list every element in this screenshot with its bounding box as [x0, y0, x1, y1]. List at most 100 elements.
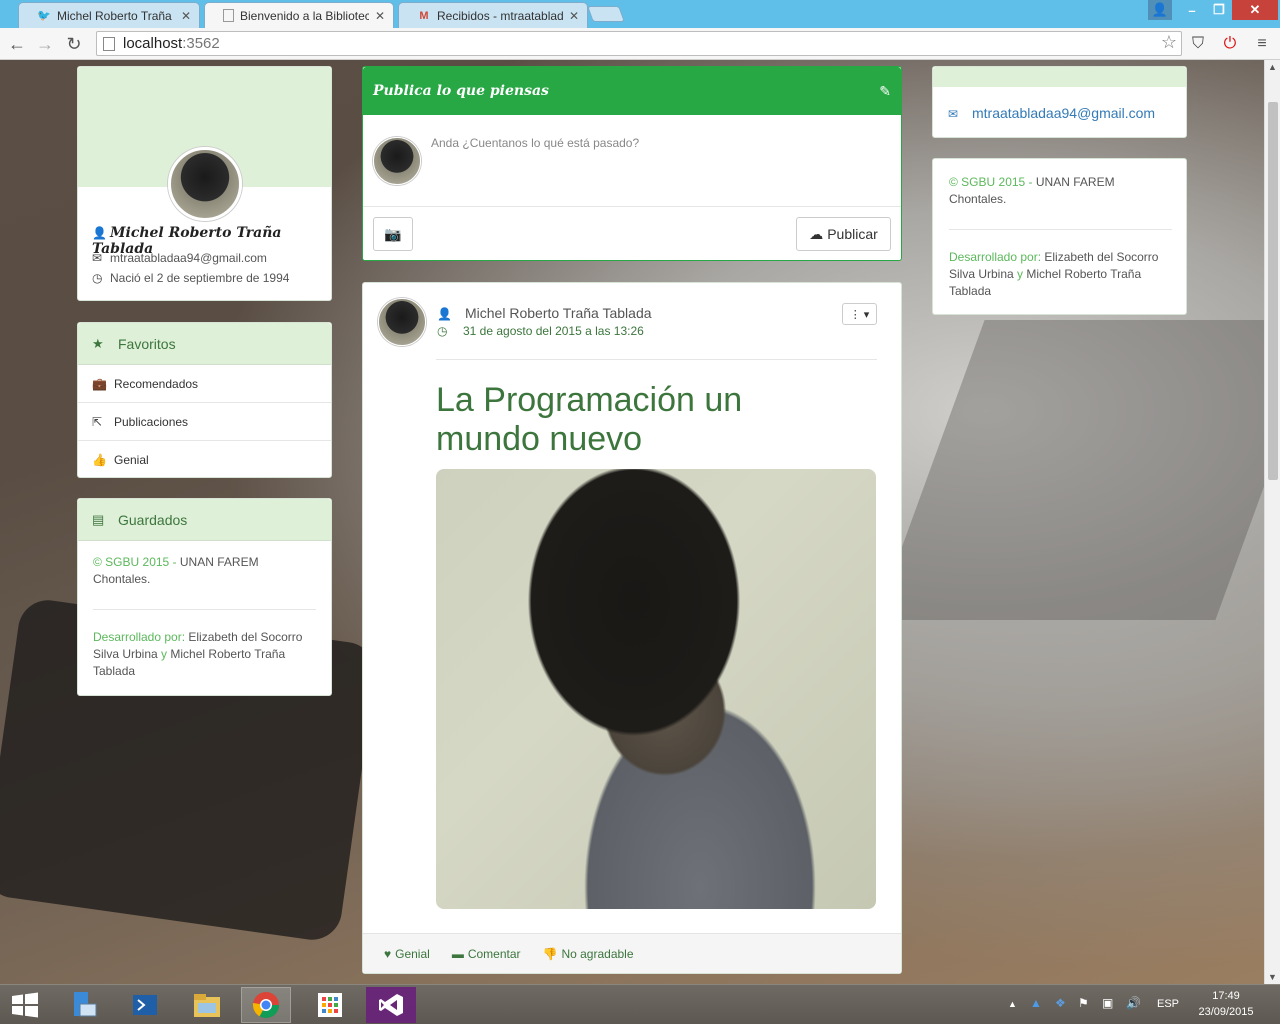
thumbs-down-icon: 👎 [542, 946, 558, 961]
post-date: 31 de agosto del 2015 a las 13:26 [463, 324, 644, 338]
close-icon[interactable]: ✕ [375, 9, 385, 23]
tab-gmail[interactable]: M Recibidos - mtraatablada ✕ [398, 2, 588, 28]
tab-biblioteca[interactable]: Bienvenido a la Biblioteca ✕ [204, 2, 394, 28]
server-manager-icon[interactable] [58, 987, 108, 1023]
tab-label: Michel Roberto Traña (@r [57, 8, 175, 23]
tab-label: Recibidos - mtraatablada [437, 8, 563, 23]
favoritos-title: Favoritos [118, 335, 176, 352]
favoritos-item-publicaciones[interactable]: ⇱ Publicaciones [78, 403, 331, 441]
url-port: :3562 [182, 35, 220, 52]
action-label: No agradable [561, 946, 634, 961]
favoritos-panel: ★ Favoritos 💼 Recomendados ⇱ Publicacion… [77, 322, 332, 478]
apps-grid-icon[interactable] [305, 987, 355, 1023]
volume-icon[interactable]: 🔊 [1126, 996, 1141, 1010]
right-footer-card: © SGBU 2015 - UNAN FAREM Chontales. Desa… [932, 158, 1187, 315]
windows-start-icon[interactable] [0, 987, 50, 1023]
flag-icon[interactable]: ⚑ [1078, 996, 1089, 1010]
envelope-icon: ✉ [92, 251, 103, 265]
profile-email: mtraatabladaa94@gmail.com [110, 251, 267, 265]
adblock-icon[interactable]: ⏻ [1220, 34, 1240, 54]
list-icon: ▤ [92, 511, 105, 527]
dropbox-icon[interactable]: ❖ [1055, 996, 1066, 1010]
cloud-upload-icon: ☁ [809, 225, 824, 242]
bookmark-star-icon[interactable]: ☆ [1161, 32, 1177, 53]
publish-button[interactable]: ☁ Publicar [796, 217, 891, 251]
restore-button[interactable]: ❐ [1206, 0, 1232, 20]
action-label: Comentar [467, 946, 521, 961]
forward-arrow-icon[interactable]: → [34, 33, 56, 55]
menu-icon[interactable]: ≡ [1252, 34, 1272, 54]
camera-button[interactable]: 📷 [373, 217, 413, 251]
guardados-credits: Desarrollado por: Elizabeth del Socorro … [93, 629, 318, 680]
scroll-up-icon[interactable]: ▲ [1268, 62, 1277, 72]
post-author[interactable]: Michel Roberto Traña Tablada [465, 305, 652, 321]
post-title-line: mundo nuevo [436, 420, 643, 458]
scroll-down-icon[interactable]: ▼ [1268, 972, 1277, 982]
file-explorer-icon[interactable] [182, 987, 232, 1023]
copyright-prefix: © SGBU 2015 - [949, 175, 1033, 189]
post-title-line: La Programación un [436, 381, 743, 419]
close-icon[interactable]: ✕ [181, 9, 191, 23]
dev-label: Desarrollado por: [949, 250, 1042, 264]
right-email-header [933, 67, 1186, 87]
right-email-row: ✉ mtraatabladaa94@gmail.com [948, 105, 1155, 121]
post-photo[interactable] [436, 469, 876, 909]
post-title: La Programación un mundo nuevo [436, 381, 742, 459]
visual-studio-icon[interactable] [366, 987, 416, 1023]
user-icon: 👤 [92, 226, 107, 240]
guardados-copyright: © SGBU 2015 - UNAN FAREM Chontales. [93, 554, 318, 588]
favoritos-item-recomendados[interactable]: 💼 Recomendados [78, 365, 331, 403]
new-tab-button[interactable] [587, 6, 625, 22]
chrome-icon[interactable] [241, 987, 291, 1023]
page-icon [223, 9, 234, 22]
minimize-button[interactable]: – [1178, 0, 1206, 20]
composer-panel: Publica lo que piensas ✎ Anda ¿Cuentanos… [362, 66, 902, 261]
clock[interactable]: 17:49 23/09/2015 [1196, 988, 1256, 1020]
copyright-prefix: © SGBU 2015 - [93, 555, 177, 569]
post-avatar[interactable] [378, 298, 426, 346]
close-icon[interactable]: ✕ [569, 9, 579, 23]
action-label: Genial [395, 946, 430, 961]
favoritos-item-label: Recomendados [114, 376, 199, 391]
address-bar[interactable]: localhost:3562 ☆ [96, 31, 1182, 56]
composer-avatar [373, 137, 421, 185]
favoritos-header: ★ Favoritos [78, 323, 331, 365]
page-scrollbar[interactable]: ▲ ▼ [1264, 60, 1280, 984]
composer-title: Publica lo que piensas [373, 83, 549, 99]
profile-avatar[interactable] [168, 147, 242, 221]
favoritos-item-label: Publicaciones [114, 414, 189, 429]
language-indicator[interactable]: ESP [1157, 998, 1179, 1010]
guardados-title: Guardados [118, 511, 188, 528]
favoritos-item-label: Genial [114, 453, 149, 467]
page-viewport: 👤 Michel Roberto Traña Tablada ✉ mtraatabl… [0, 60, 1264, 984]
reload-icon[interactable]: ↻ [63, 33, 85, 55]
more-vertical-icon: ⋮ ▾ [849, 308, 870, 321]
pocket-icon[interactable]: ⛉ [1188, 34, 1208, 54]
right-email[interactable]: mtraatabladaa94@gmail.com [972, 105, 1155, 121]
dislike-button[interactable]: 👎 No agradable [543, 947, 634, 961]
network-icon[interactable]: ▣ [1102, 996, 1113, 1010]
divider [436, 359, 877, 360]
powershell-icon[interactable] [120, 987, 170, 1023]
publish-label: Publicar [827, 226, 878, 242]
profile-email-row: ✉ mtraatabladaa94@gmail.com [92, 250, 267, 265]
composer-input[interactable]: Anda ¿Cuentanos lo qué está pasado? [431, 136, 881, 150]
comment-button[interactable]: ▬ Comentar [452, 947, 521, 961]
edit-icon[interactable]: ✎ [879, 83, 891, 100]
dev-and: y [161, 647, 168, 661]
favoritos-item-genial[interactable]: 👍 Genial [78, 441, 331, 479]
back-arrow-icon[interactable]: ← [6, 33, 28, 55]
gmail-icon: M [419, 9, 429, 22]
genial-button[interactable]: ♥ Genial [384, 947, 430, 961]
profile-card: 👤 Michel Roberto Traña Tablada ✉ mtraatabl… [77, 66, 332, 301]
post-options-dropdown[interactable]: ⋮ ▾ [842, 303, 877, 325]
scrollbar-thumb[interactable] [1268, 102, 1278, 480]
tray-expand-icon[interactable]: ▲ [1008, 999, 1017, 1009]
tab-twitter[interactable]: 🐦 Michel Roberto Traña (@r ✕ [18, 2, 200, 28]
thumbs-up-icon: 👍 [92, 453, 107, 467]
profile-birth-row: ◷ Nació el 2 de septiembre de 1994 [92, 270, 289, 285]
user-icon: 👤 [437, 307, 452, 321]
user-icon[interactable]: 👤 [1148, 0, 1172, 20]
google-drive-icon[interactable]: ▲ [1030, 996, 1042, 1010]
window-close-button[interactable]: ✕ [1232, 0, 1278, 20]
